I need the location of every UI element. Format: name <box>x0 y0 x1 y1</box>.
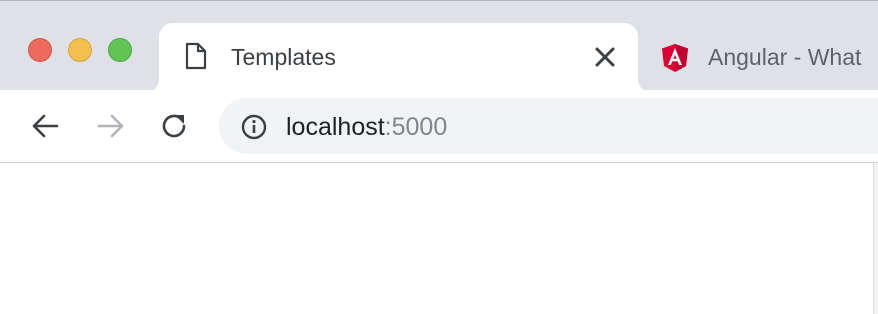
reload-icon[interactable] <box>158 110 190 142</box>
tab-title: Angular - What <box>708 44 862 70</box>
content-edge <box>873 163 878 314</box>
tab-templates[interactable]: Templates <box>145 23 652 93</box>
window-maximize-button[interactable] <box>108 38 132 62</box>
document-icon <box>185 42 207 70</box>
url-text[interactable]: localhost:5000 <box>286 112 447 142</box>
arrow-right-icon[interactable] <box>94 110 126 142</box>
url-host: localhost <box>286 113 385 141</box>
window-close-button[interactable] <box>28 38 52 62</box>
browser-toolbar: localhost:5000 <box>0 90 878 163</box>
angular-icon <box>662 44 688 72</box>
arrow-left-icon[interactable] <box>30 110 62 142</box>
address-bar[interactable]: localhost:5000 <box>219 98 878 154</box>
info-icon[interactable] <box>241 114 267 140</box>
page-content <box>0 163 873 314</box>
browser-title-bar: Templates Angular - What <box>0 0 878 93</box>
window-minimize-button[interactable] <box>68 38 92 62</box>
tab-close-icon[interactable] <box>591 43 619 71</box>
url-port: :5000 <box>384 113 448 141</box>
tab-title: Templates <box>231 44 336 70</box>
tab-angular[interactable]: Angular - What <box>640 23 878 89</box>
